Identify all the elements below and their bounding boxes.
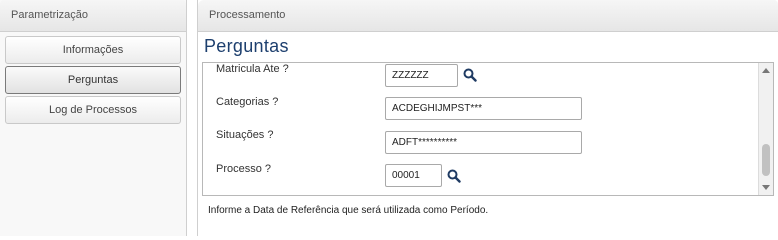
categorias-input[interactable]: ACDEGHIJMPST*** (385, 97, 582, 120)
processo-input[interactable]: 00001 (385, 164, 442, 187)
situacoes-input[interactable]: ADFT********** (385, 131, 582, 154)
questions-scroll-area[interactable]: Matricula Ate ? ZZZZZZ Categorias ? ACDE… (202, 62, 774, 196)
scrollbar-thumb[interactable] (762, 144, 770, 176)
vertical-scrollbar[interactable] (758, 63, 773, 195)
question-label-situacoes: Situações ? (216, 129, 274, 141)
matricula-ate-input[interactable]: ZZZZZZ (385, 64, 458, 87)
left-panel-header: Parametrização (0, 0, 186, 32)
scroll-down-arrow-icon[interactable] (762, 185, 770, 190)
question-label-processo: Processo ? (216, 163, 272, 175)
right-panel: Processamento Perguntas Matricula Ate ? … (197, 0, 778, 236)
nav-button-perguntas[interactable]: Perguntas (5, 66, 181, 94)
question-label-matricula: Matricula Ate ? (216, 63, 289, 75)
nav-button-informacoes[interactable]: Informações (5, 36, 181, 64)
right-panel-header: Processamento (198, 0, 778, 32)
nav-button-log-de-processos[interactable]: Log de Processos (5, 96, 181, 124)
scroll-up-arrow-icon[interactable] (762, 68, 770, 73)
help-text: Informe a Data de Referência que será ut… (208, 205, 489, 216)
search-icon[interactable] (463, 68, 477, 82)
left-panel: Parametrização Informações Perguntas Log… (0, 0, 187, 236)
page-title: Perguntas (204, 36, 289, 56)
question-label-categorias: Categorias ? (216, 96, 279, 108)
search-icon[interactable] (447, 169, 461, 183)
